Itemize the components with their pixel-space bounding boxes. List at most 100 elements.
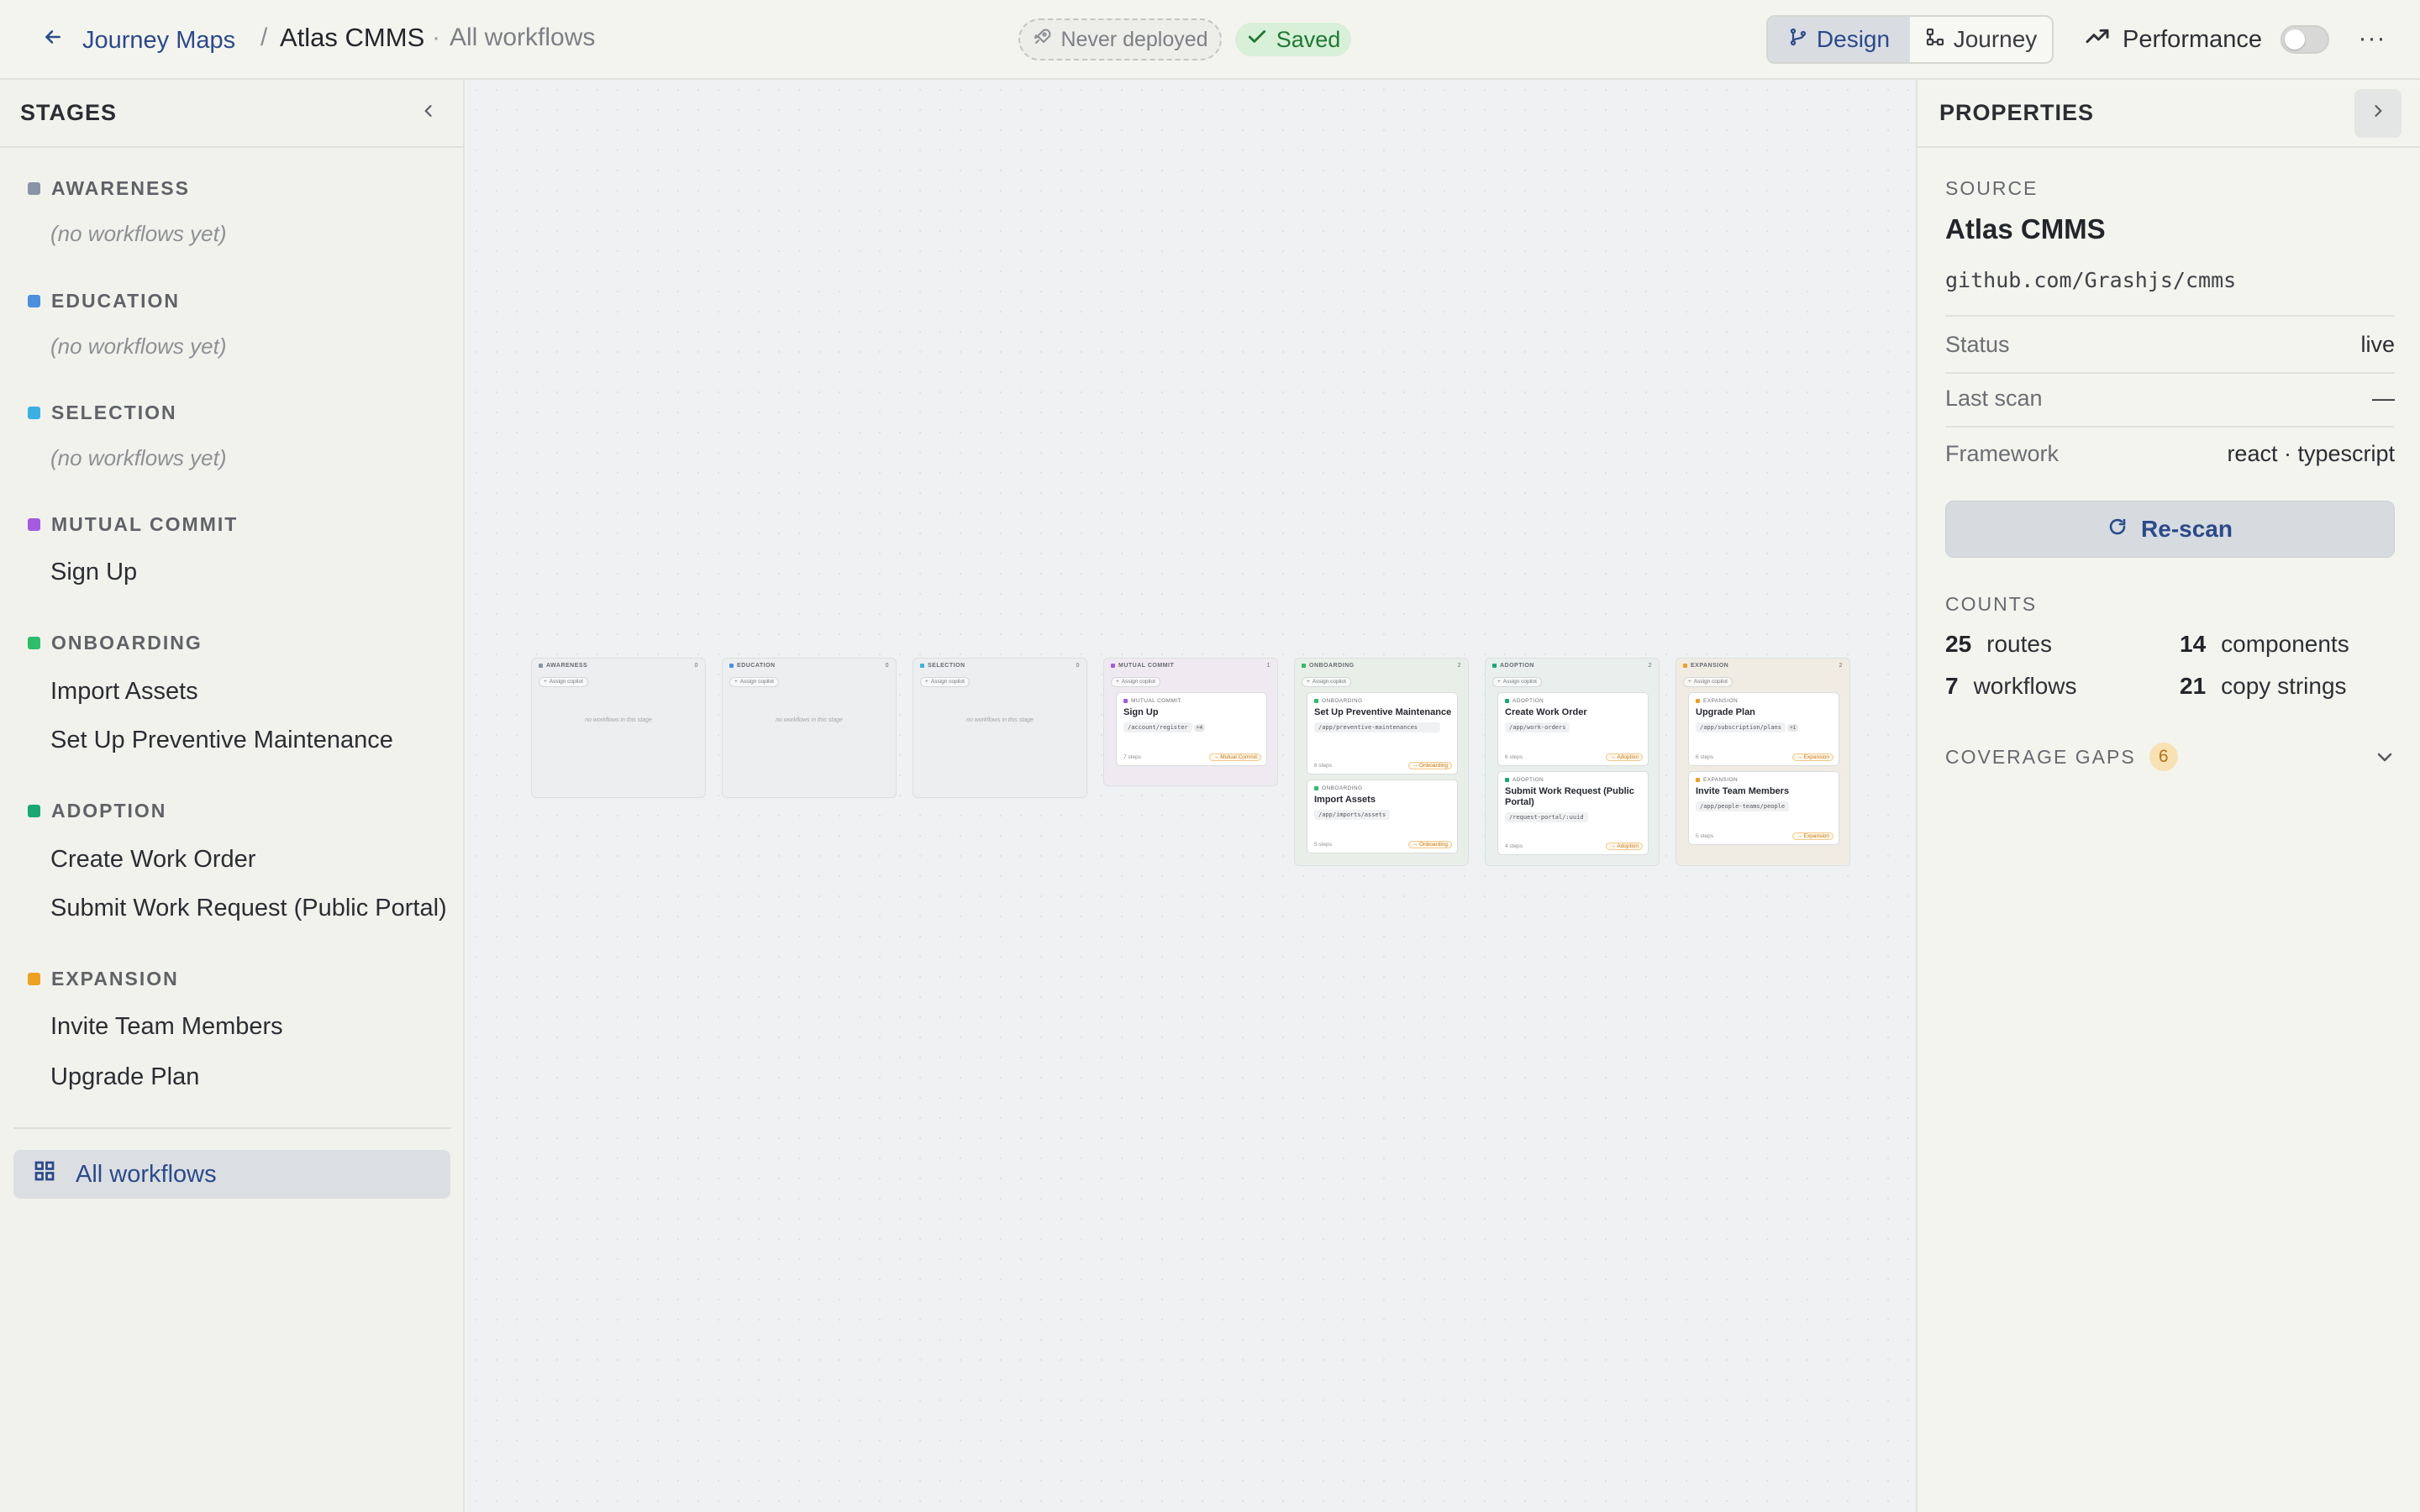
assign-copilot-button[interactable]: + Assign copilot <box>1683 676 1733 687</box>
column-header: AWARENESS 0 <box>532 659 705 672</box>
card-steps: 7 steps <box>1123 754 1141 760</box>
workflow-item-upgrade-plan[interactable]: Upgrade Plan <box>50 1063 199 1091</box>
card-stage-name: MUTUAL COMMIT <box>1131 698 1181 704</box>
workflow-card[interactable]: ONBOARDING Set Up Preventive Maintenance… <box>1307 692 1458 774</box>
workflow-item-preventive-maintenance[interactable]: Set Up Preventive Maintenance <box>50 727 393 754</box>
workflow-item-sign-up[interactable]: Sign Up <box>50 559 137 586</box>
source-name: Atlas CMMS <box>1945 213 2106 244</box>
workflow-card[interactable]: ADOPTION Submit Work Request (Public Por… <box>1497 771 1649 855</box>
properties-panel: PROPERTIES SOURCE Atlas CMMS github.com/… <box>1916 80 2420 1512</box>
assign-copilot-button[interactable]: + Assign copilot <box>920 676 970 687</box>
card-stage-name: EXPANSION <box>1703 777 1739 783</box>
workflow-item-invite-team-members[interactable]: Invite Team Members <box>50 1013 283 1041</box>
plus-icon: + <box>1116 679 1119 685</box>
card-stage-tag: → Adoption <box>1606 843 1643 850</box>
count-label: copy strings <box>2221 673 2347 699</box>
assign-copilot-button[interactable]: + Assign copilot <box>1492 676 1542 687</box>
design-mode-label: Design <box>1816 26 1891 52</box>
design-mode-button[interactable]: Design <box>1768 17 1910 62</box>
framework-value: react · typescript <box>2227 441 2395 466</box>
collapse-properties-button[interactable] <box>2354 88 2402 138</box>
performance-toggle[interactable] <box>2281 25 2330 54</box>
chevron-down-icon <box>2375 747 2395 767</box>
more-dots-icon: ··· <box>2358 24 2386 52</box>
plus-icon: + <box>925 679 929 685</box>
divider <box>1945 372 2395 374</box>
assign-copilot-label: Assign copilot <box>1312 679 1346 685</box>
stage-color-swatch <box>28 182 40 195</box>
workflow-item-import-assets[interactable]: Import Assets <box>50 678 198 706</box>
collapse-sidebar-button[interactable] <box>414 99 443 128</box>
card-stage-tag: → Expansion <box>1792 753 1833 761</box>
all-workflows-nav-item[interactable]: All workflows <box>13 1150 450 1199</box>
last-scan-row: Last scan — <box>1945 386 2395 412</box>
coverage-gaps-toggle[interactable]: COVERAGE GAPS 6 <box>1945 740 2395 774</box>
card-route: /app/subscription/plans <box>1696 722 1786 732</box>
card-extra-routes: +4 <box>1193 724 1206 732</box>
breadcrumb-current-view: All workflows <box>450 24 596 51</box>
card-footer: 4 steps → Adoption <box>1505 843 1643 850</box>
source-repo-url[interactable]: github.com/Grashjs/cmms <box>1945 268 2236 292</box>
stage-color-swatch <box>28 973 40 985</box>
journey-mode-button[interactable]: Journey <box>1910 17 2052 62</box>
deploy-status-text: Never deployed <box>1060 27 1208 51</box>
workflow-card[interactable]: EXPANSION Upgrade Plan /app/subscription… <box>1688 692 1839 766</box>
stage-name: ONBOARDING <box>51 632 203 654</box>
column-count: 1 <box>1266 662 1270 669</box>
workflow-card[interactable]: MUTUAL COMMIT Sign Up /account/register +… <box>1116 692 1267 766</box>
back-to-journey-maps-link[interactable]: Journey Maps <box>42 24 235 57</box>
card-footer: 6 steps → Onboarding <box>1314 762 1452 769</box>
column-empty-text: no workflows in this stage <box>776 717 843 723</box>
canvas-column-adoption[interactable]: ADOPTION 2 + Assign copilot ADOPTION Crea… <box>1485 658 1660 866</box>
stage-color-dot <box>1302 663 1306 668</box>
stage-color-swatch <box>28 518 40 531</box>
save-status-badge: Saved <box>1235 23 1351 56</box>
stage-header-education: EDUCATION <box>28 290 180 312</box>
more-options-button[interactable]: ··· <box>2353 17 2391 60</box>
count-components: 14 components <box>2180 631 2349 658</box>
column-stage-name: EDUCATION <box>737 662 776 669</box>
rescan-button[interactable]: Re-scan <box>1945 501 2395 558</box>
card-steps: 5 steps <box>1696 833 1713 839</box>
workflow-item-create-work-order[interactable]: Create Work Order <box>50 846 255 874</box>
card-route: /request-portal/:uuid <box>1505 812 1588 822</box>
canvas-column-selection[interactable]: SELECTION 0 + Assign copilot no workflows… <box>913 658 1087 798</box>
assign-copilot-button[interactable]: + Assign copilot <box>729 676 779 687</box>
breadcrumb-separator: / <box>260 24 268 51</box>
card-stage: ONBOARDING <box>1314 785 1452 791</box>
stage-header-onboarding: ONBOARDING <box>28 632 203 654</box>
column-header: ONBOARDING 2 <box>1295 659 1468 672</box>
stage-name: AWARENESS <box>51 177 190 199</box>
workflow-card[interactable]: ONBOARDING Import Assets /app/imports/as… <box>1307 780 1458 853</box>
stage-color-dot <box>1505 778 1509 782</box>
column-stage-name: MUTUAL COMMIT <box>1118 662 1175 669</box>
stage-empty-text: (no workflows yet) <box>50 221 227 246</box>
column-header: SELECTION 0 <box>913 659 1086 672</box>
chevron-left-icon <box>420 102 437 123</box>
canvas-column-onboarding[interactable]: ONBOARDING 2 + Assign copilot ONBOARDING … <box>1294 658 1469 866</box>
canvas-column-education[interactable]: EDUCATION 0 + Assign copilot no workflows… <box>722 658 897 798</box>
canvas-column-awareness[interactable]: AWARENESS 0 + Assign copilot no workflows… <box>531 658 706 798</box>
card-route: /app/preventive-maintenances <box>1314 722 1440 732</box>
workflow-card[interactable]: EXPANSION Invite Team Members /app/peopl… <box>1688 771 1839 845</box>
divider <box>1945 315 2395 317</box>
card-title: Sign Up <box>1123 707 1159 717</box>
assign-copilot-button[interactable]: + Assign copilot <box>1302 676 1351 687</box>
breadcrumb-dot: · <box>432 24 440 51</box>
card-title: Submit Work Request (Public Portal) <box>1505 786 1634 807</box>
canvas-column-expansion[interactable]: EXPANSION 2 + Assign copilot EXPANSION Up… <box>1676 658 1850 866</box>
stage-color-dot <box>920 663 924 668</box>
grid-icon <box>32 1158 57 1190</box>
workflow-item-submit-work-request[interactable]: Submit Work Request (Public Portal) <box>50 895 447 922</box>
journey-canvas[interactable]: AWARENESS 0 + Assign copilot no workflows… <box>466 80 1916 1512</box>
refresh-icon <box>2107 516 2128 543</box>
card-title: Invite Team Members <box>1696 786 1790 796</box>
canvas-column-mutual-commit[interactable]: MUTUAL COMMIT 1 + Assign copilot MUTUAL C… <box>1103 658 1278 786</box>
column-stage-name: ONBOARDING <box>1309 662 1355 669</box>
count-value: 14 <box>2180 631 2207 657</box>
workflow-card[interactable]: ADOPTION Create Work Order /app/work-ord… <box>1497 692 1649 766</box>
assign-copilot-button[interactable]: + Assign copilot <box>1111 676 1160 687</box>
count-label: routes <box>1986 631 2052 657</box>
card-steps: 6 steps <box>1314 763 1332 769</box>
assign-copilot-button[interactable]: + Assign copilot <box>539 676 588 687</box>
